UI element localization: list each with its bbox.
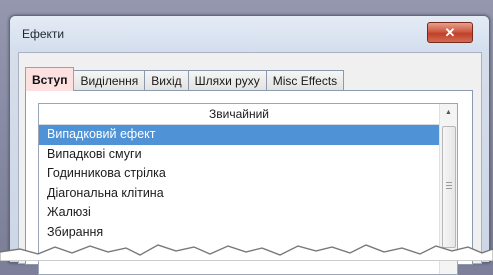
title-bar[interactable]: Ефекти ✕	[10, 16, 489, 52]
list-group-header: Звичайний	[39, 104, 439, 125]
effects-dialog: Ефекти ✕ Вступ Виділення Вихід Шляхи рух…	[9, 15, 490, 275]
tab-misc-effects[interactable]: Misc Effects	[265, 70, 345, 91]
tab-panel: Звичайний Випадковий ефект Випадкові сму…	[25, 90, 473, 275]
list-item[interactable]: Годинникова стрілка	[39, 164, 439, 184]
window-title: Ефекти	[22, 27, 65, 41]
tab-motion-paths[interactable]: Шляхи руху	[187, 70, 267, 91]
list-item[interactable]: Збирання	[39, 223, 439, 243]
scroll-thumb[interactable]	[442, 126, 456, 248]
close-icon: ✕	[444, 25, 456, 40]
tab-strip: Вступ Виділення Вихід Шляхи руху Misc Ef…	[25, 67, 345, 91]
dialog-client-area: Вступ Виділення Вихід Шляхи руху Misc Ef…	[18, 52, 482, 275]
scroll-grip-icon	[446, 182, 452, 190]
list-item[interactable]: Випадковий ефект	[39, 125, 439, 145]
vertical-scrollbar[interactable]: ▲	[439, 104, 457, 274]
tab-exit[interactable]: Вихід	[144, 70, 189, 91]
close-button[interactable]: ✕	[427, 22, 473, 43]
list-item[interactable]: Жалюзі	[39, 203, 439, 223]
scroll-up-arrow-icon[interactable]: ▲	[440, 104, 457, 121]
list-item[interactable]: Діагональна клітина	[39, 184, 439, 204]
tab-intro[interactable]: Вступ	[25, 67, 75, 91]
list-items: Випадковий ефект Випадкові смуги Годинни…	[39, 125, 439, 242]
list-item[interactable]: Випадкові смуги	[39, 145, 439, 165]
tab-emphasis[interactable]: Виділення	[73, 70, 146, 91]
effects-listbox[interactable]: Звичайний Випадковий ефект Випадкові сму…	[38, 103, 458, 275]
